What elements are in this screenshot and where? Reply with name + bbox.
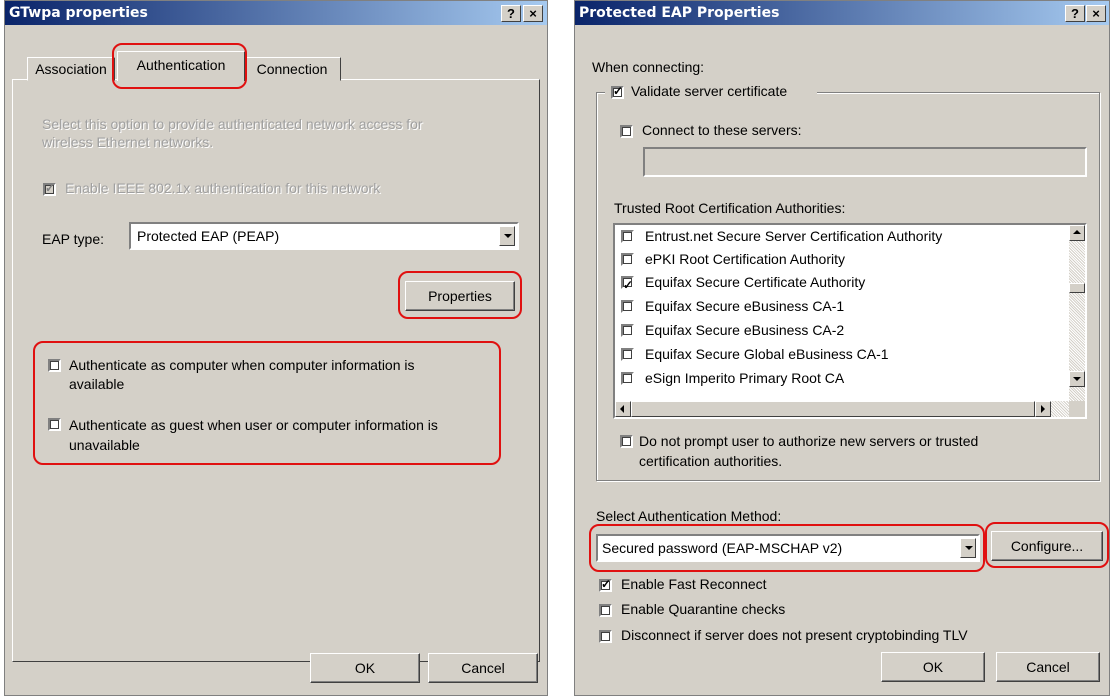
properties-button[interactable]: Properties: [405, 281, 515, 311]
dialog-title: GTwpa properties: [5, 1, 547, 25]
fast-reconnect-label: Enable Fast Reconnect: [621, 576, 767, 592]
list-item[interactable]: Equifax Secure Global eBusiness CA-1: [621, 343, 1041, 366]
ca-label: Equifax Secure eBusiness CA-1: [645, 298, 845, 314]
ca-checkbox[interactable]: [621, 230, 634, 243]
eap-type-value: Protected EAP (PEAP): [137, 228, 280, 244]
validate-cert-checkbox[interactable]: [611, 84, 624, 99]
auth-computer-label-2: available: [69, 376, 125, 392]
help-button[interactable]: ?: [1065, 5, 1085, 22]
connect-servers-checkbox[interactable]: [620, 125, 633, 138]
list-item[interactable]: Equifax Secure eBusiness CA-2: [621, 319, 1041, 342]
ca-checkbox[interactable]: [621, 348, 634, 361]
list-item[interactable]: Equifax Secure eBusiness CA-1: [621, 295, 1041, 318]
auth-guest-label-2: unavailable: [69, 437, 140, 453]
description-line-2: wireless Ethernet networks.: [42, 134, 214, 150]
ca-checkbox[interactable]: [621, 324, 634, 337]
quarantine-label: Enable Quarantine checks: [621, 601, 786, 617]
hscroll-thumb[interactable]: [631, 401, 1035, 417]
scroll-thumb[interactable]: [1069, 283, 1085, 293]
cancel-button[interactable]: Cancel: [996, 652, 1100, 682]
no-prompt-label-2: certification authorities.: [639, 453, 783, 469]
ca-checkbox[interactable]: [621, 253, 634, 266]
ca-label: Entrust.net Secure Server Certification …: [645, 228, 943, 244]
servers-field[interactable]: [643, 147, 1087, 177]
ca-label: Equifax Secure Global eBusiness CA-1: [645, 346, 889, 362]
auth-computer-label-1: Authenticate as computer when computer i…: [69, 357, 415, 373]
connect-servers-label: Connect to these servers:: [642, 122, 802, 138]
list-item[interactable]: Equifax Secure Certificate Authority: [621, 271, 1041, 297]
dialog-title: Protected EAP Properties: [575, 1, 1109, 25]
ok-button[interactable]: OK: [881, 652, 985, 682]
auth-method-select[interactable]: Secured password (EAP-MSCHAP v2): [596, 534, 980, 562]
description-line-1: Select this option to provide authentica…: [42, 116, 423, 132]
chevron-down-icon[interactable]: [499, 226, 515, 246]
gtwpa-properties-dialog: GTwpa properties ? × Association Connect…: [4, 0, 548, 696]
cryptobinding-checkbox[interactable]: [599, 630, 612, 643]
tab-authentication-label: Authentication: [136, 57, 226, 73]
protected-eap-properties-dialog: Protected EAP Properties ? × When connec…: [574, 0, 1110, 696]
auth-guest-label-1: Authenticate as guest when user or compu…: [69, 417, 438, 433]
scroll-right-icon[interactable]: [1035, 401, 1051, 417]
select-auth-label: Select Authentication Method:: [596, 508, 782, 524]
when-connecting-label: When connecting:: [592, 59, 705, 75]
close-button[interactable]: ×: [1086, 5, 1106, 22]
close-button[interactable]: ×: [523, 5, 543, 22]
tab-association[interactable]: Association: [27, 57, 115, 81]
tab-connection[interactable]: Connection: [243, 57, 341, 81]
ca-checkbox[interactable]: [621, 274, 634, 297]
no-prompt-checkbox[interactable]: [620, 435, 633, 448]
ca-checkbox[interactable]: [621, 372, 634, 385]
eap-type-select[interactable]: Protected EAP (PEAP): [129, 222, 519, 250]
ca-label: eSign Imperito Primary Root CA: [645, 370, 845, 386]
ca-label: Equifax Secure eBusiness CA-2: [645, 322, 845, 338]
scroll-left-icon[interactable]: [615, 401, 631, 417]
scroll-up-icon[interactable]: [1069, 225, 1085, 241]
tab-association-label: Association: [35, 61, 107, 77]
chevron-down-icon[interactable]: [960, 538, 976, 558]
list-item[interactable]: Entrust.net Secure Server Certification …: [621, 225, 1041, 248]
enable-8021x-checkbox[interactable]: [43, 181, 56, 196]
cryptobinding-label: Disconnect if server does not present cr…: [621, 627, 968, 643]
no-prompt-label-1: Do not prompt user to authorize new serv…: [639, 433, 979, 449]
quarantine-checkbox[interactable]: [599, 604, 612, 617]
tab-authentication[interactable]: Authentication: [117, 51, 245, 81]
scroll-down-icon[interactable]: [1069, 371, 1085, 387]
help-button[interactable]: ?: [501, 5, 521, 22]
scroll-corner: [1069, 401, 1085, 417]
configure-button[interactable]: Configure...: [991, 531, 1103, 561]
list-item[interactable]: ePKI Root Certification Authority: [621, 248, 1041, 271]
ca-list[interactable]: Entrust.net Secure Server Certification …: [613, 223, 1087, 419]
tab-connection-label: Connection: [256, 61, 328, 77]
ca-label: ePKI Root Certification Authority: [645, 251, 845, 267]
eap-type-label: EAP type:: [42, 231, 105, 247]
auth-guest-checkbox[interactable]: [48, 418, 61, 431]
auth-method-value: Secured password (EAP-MSCHAP v2): [602, 540, 843, 556]
fast-reconnect-checkbox[interactable]: [599, 577, 612, 592]
ca-label: Equifax Secure Certificate Authority: [645, 274, 866, 290]
auth-computer-checkbox[interactable]: [48, 359, 61, 372]
cancel-button[interactable]: Cancel: [428, 653, 538, 683]
list-item[interactable]: eSign Imperito Primary Root CA: [621, 367, 1041, 390]
ok-button[interactable]: OK: [310, 653, 420, 683]
ca-checkbox[interactable]: [621, 300, 634, 313]
enable-8021x-label: Enable IEEE 802.1x authentication for th…: [65, 180, 381, 196]
validate-cert-label: Validate server certificate: [631, 83, 788, 99]
trusted-root-label: Trusted Root Certification Authorities:: [614, 200, 846, 216]
